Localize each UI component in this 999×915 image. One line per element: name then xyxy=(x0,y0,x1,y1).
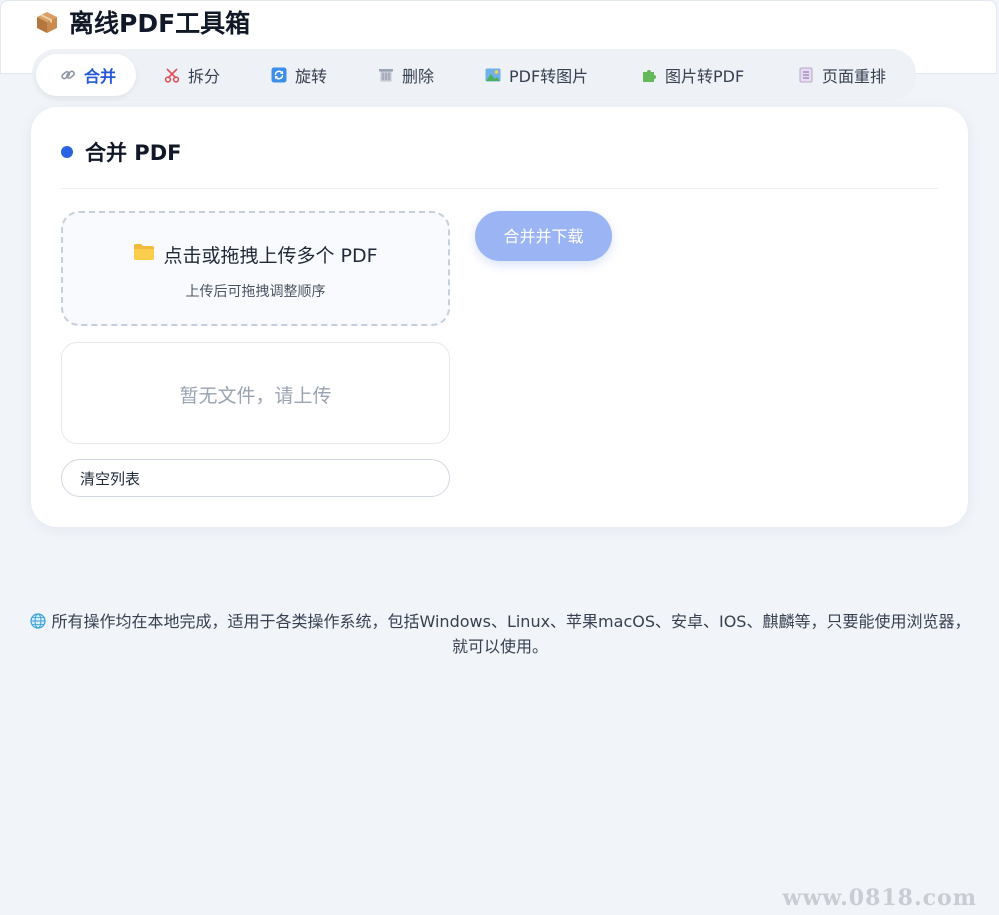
tab-label: 旋转 xyxy=(295,67,328,86)
clear-list-button[interactable]: 清空列表 xyxy=(61,459,450,497)
rotate-icon xyxy=(271,67,287,83)
divider xyxy=(61,188,938,189)
merge-download-button[interactable]: 合并并下载 xyxy=(475,211,612,261)
tab-rotate[interactable]: 旋转 xyxy=(271,54,327,96)
tab-label: 拆分 xyxy=(188,67,221,86)
upload-dropzone[interactable]: 点击或拖拽上传多个 PDF 上传后可拖拽调整顺序 xyxy=(61,211,450,326)
dropzone-main-text: 点击或拖拽上传多个 PDF xyxy=(163,245,378,267)
tab-label: 图片转PDF xyxy=(665,67,745,86)
footer-note: 所有操作均在本地完成，适用于各类操作系统，包括Windows、Linux、苹果m… xyxy=(24,609,976,659)
panel-title: 合并 PDF xyxy=(85,141,182,165)
scissors-icon xyxy=(164,67,180,83)
tab-split[interactable]: 拆分 xyxy=(164,54,220,96)
tab-label: PDF转图片 xyxy=(509,67,589,86)
tab-label: 删除 xyxy=(402,67,435,86)
link-icon xyxy=(60,67,76,83)
tab-pdf-to-image[interactable]: PDF转图片 xyxy=(485,54,588,96)
app-header: 离线PDF工具箱 xyxy=(35,5,250,39)
tab-label: 页面重排 xyxy=(822,67,887,86)
folder-icon xyxy=(133,243,155,266)
panel-header: 合并 PDF xyxy=(61,137,181,167)
tool-tabs: 合并 拆分 旋转 删除 PDF转图片 图片转PDF 页面重排 xyxy=(32,49,916,101)
package-icon xyxy=(35,10,59,34)
status-dot xyxy=(61,146,73,158)
file-list: 暂无文件，请上传 xyxy=(61,342,450,444)
app-title: 离线PDF工具箱 xyxy=(69,9,251,38)
dropzone-hint: 上传后可拖拽调整顺序 xyxy=(185,284,326,300)
picture-icon xyxy=(485,67,501,83)
tab-label: 合并 xyxy=(84,67,117,86)
empty-list-text: 暂无文件，请上传 xyxy=(179,385,332,407)
watermark: www.0818.com xyxy=(782,885,977,911)
bookmark-tabs-icon xyxy=(798,67,814,83)
tab-reorder-pages[interactable]: 页面重排 xyxy=(798,54,886,96)
tab-delete[interactable]: 删除 xyxy=(378,54,434,96)
merge-panel: 合并 PDF 点击或拖拽上传多个 PDF 上传后可拖拽调整顺序 暂无文件，请上传… xyxy=(31,107,968,527)
tab-image-to-pdf[interactable]: 图片转PDF xyxy=(641,54,744,96)
puzzle-icon xyxy=(641,67,657,83)
dropzone-prompt: 点击或拖拽上传多个 PDF xyxy=(63,241,448,268)
trash-icon xyxy=(378,67,394,83)
footer-text: 所有操作均在本地完成，适用于各类操作系统，包括Windows、Linux、苹果m… xyxy=(51,612,971,656)
tab-merge[interactable]: 合并 xyxy=(36,54,137,96)
globe-icon xyxy=(29,611,46,629)
